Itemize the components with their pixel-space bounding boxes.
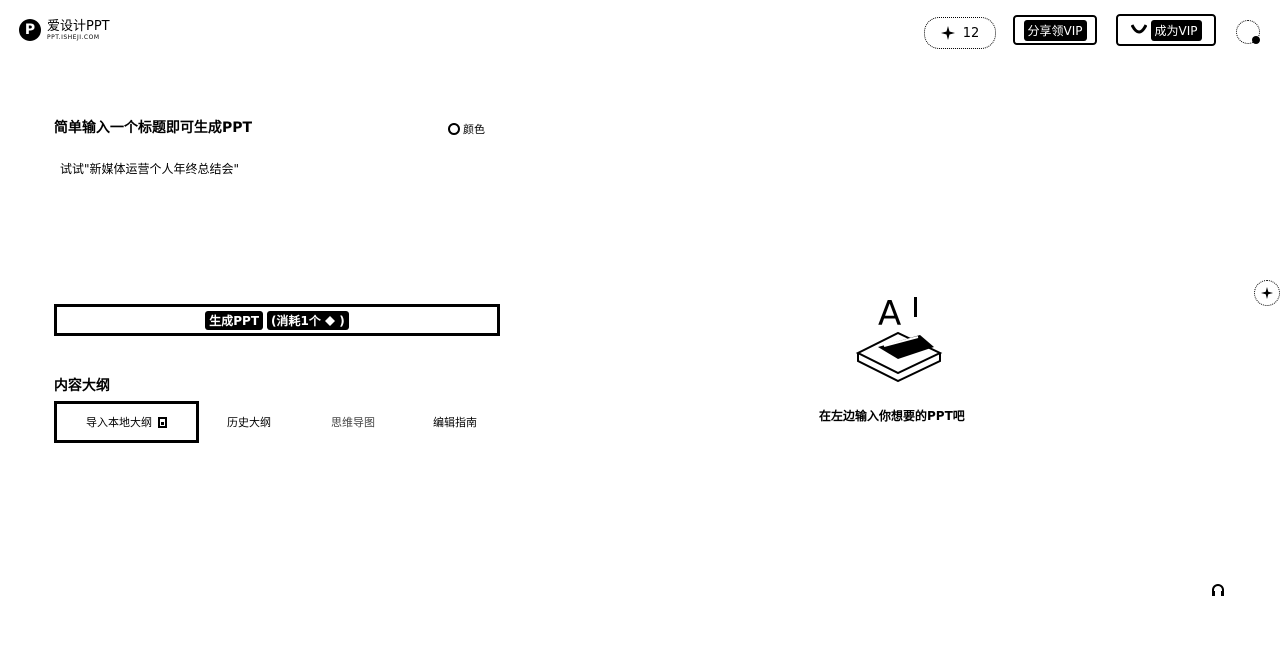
share-vip-label: 分享领VIP: [1023, 19, 1087, 41]
generate-label: 生成PPT: [205, 310, 264, 330]
become-vip-button[interactable]: 成为VIP: [1116, 14, 1216, 46]
tab-history[interactable]: 历史大纲: [204, 401, 294, 443]
color-picker[interactable]: 颜色: [448, 121, 485, 137]
input-headline: 简单输入一个标题即可生成PPT: [54, 120, 253, 136]
logo-mark-icon: P: [19, 19, 41, 41]
headset-support-icon[interactable]: [1210, 583, 1226, 599]
generate-cost: (消耗1个: [271, 313, 321, 328]
tab-edit-guide[interactable]: 编辑指南: [410, 401, 500, 443]
logo-name: 爱设计PPT: [47, 18, 110, 34]
share-vip-button[interactable]: 分享领VIP: [1013, 15, 1097, 45]
avatar-status-dot: [1252, 36, 1260, 44]
diamond-icon: [325, 316, 336, 326]
tab-mindmap[interactable]: 思维导图: [308, 401, 398, 443]
color-label: 颜色: [463, 123, 485, 136]
palette-icon: [448, 123, 460, 135]
logo[interactable]: P 爱设计PPT PPT.ISHEJI.COM: [19, 19, 110, 41]
become-vip-label: 成为VIP: [1150, 19, 1202, 41]
outline-title: 内容大纲: [54, 378, 110, 394]
outline-tabs: 导入本地大纲 历史大纲 思维导图 编辑指南: [54, 401, 500, 443]
tab-import-local[interactable]: 导入本地大纲: [54, 401, 199, 443]
example-prompt[interactable]: 试试"新媒体运营个人年终总结会": [60, 160, 239, 177]
document-icon: [158, 416, 167, 428]
page: P 爱设计PPT PPT.ISHEJI.COM 12 分享领VIP 成为VIP …: [0, 0, 1280, 651]
generate-cost-end: ): [339, 313, 345, 328]
generate-ppt-button[interactable]: 生成PPT (消耗1个 ): [54, 304, 500, 336]
credits-count: 12: [962, 25, 980, 41]
illustration-letter: A: [878, 295, 901, 334]
ai-illustration-icon: A: [855, 295, 943, 383]
logo-subtitle: PPT.ISHEJI.COM: [47, 33, 100, 41]
credits-badge[interactable]: 12: [924, 17, 996, 49]
smile-icon: [1130, 24, 1147, 34]
sparkle-icon: [940, 26, 955, 40]
sparkle-small-icon: [1261, 287, 1273, 299]
empty-preview-hint: 在左边输入你想要的PPT吧: [819, 409, 965, 423]
ai-assistant-button[interactable]: [1254, 280, 1280, 306]
